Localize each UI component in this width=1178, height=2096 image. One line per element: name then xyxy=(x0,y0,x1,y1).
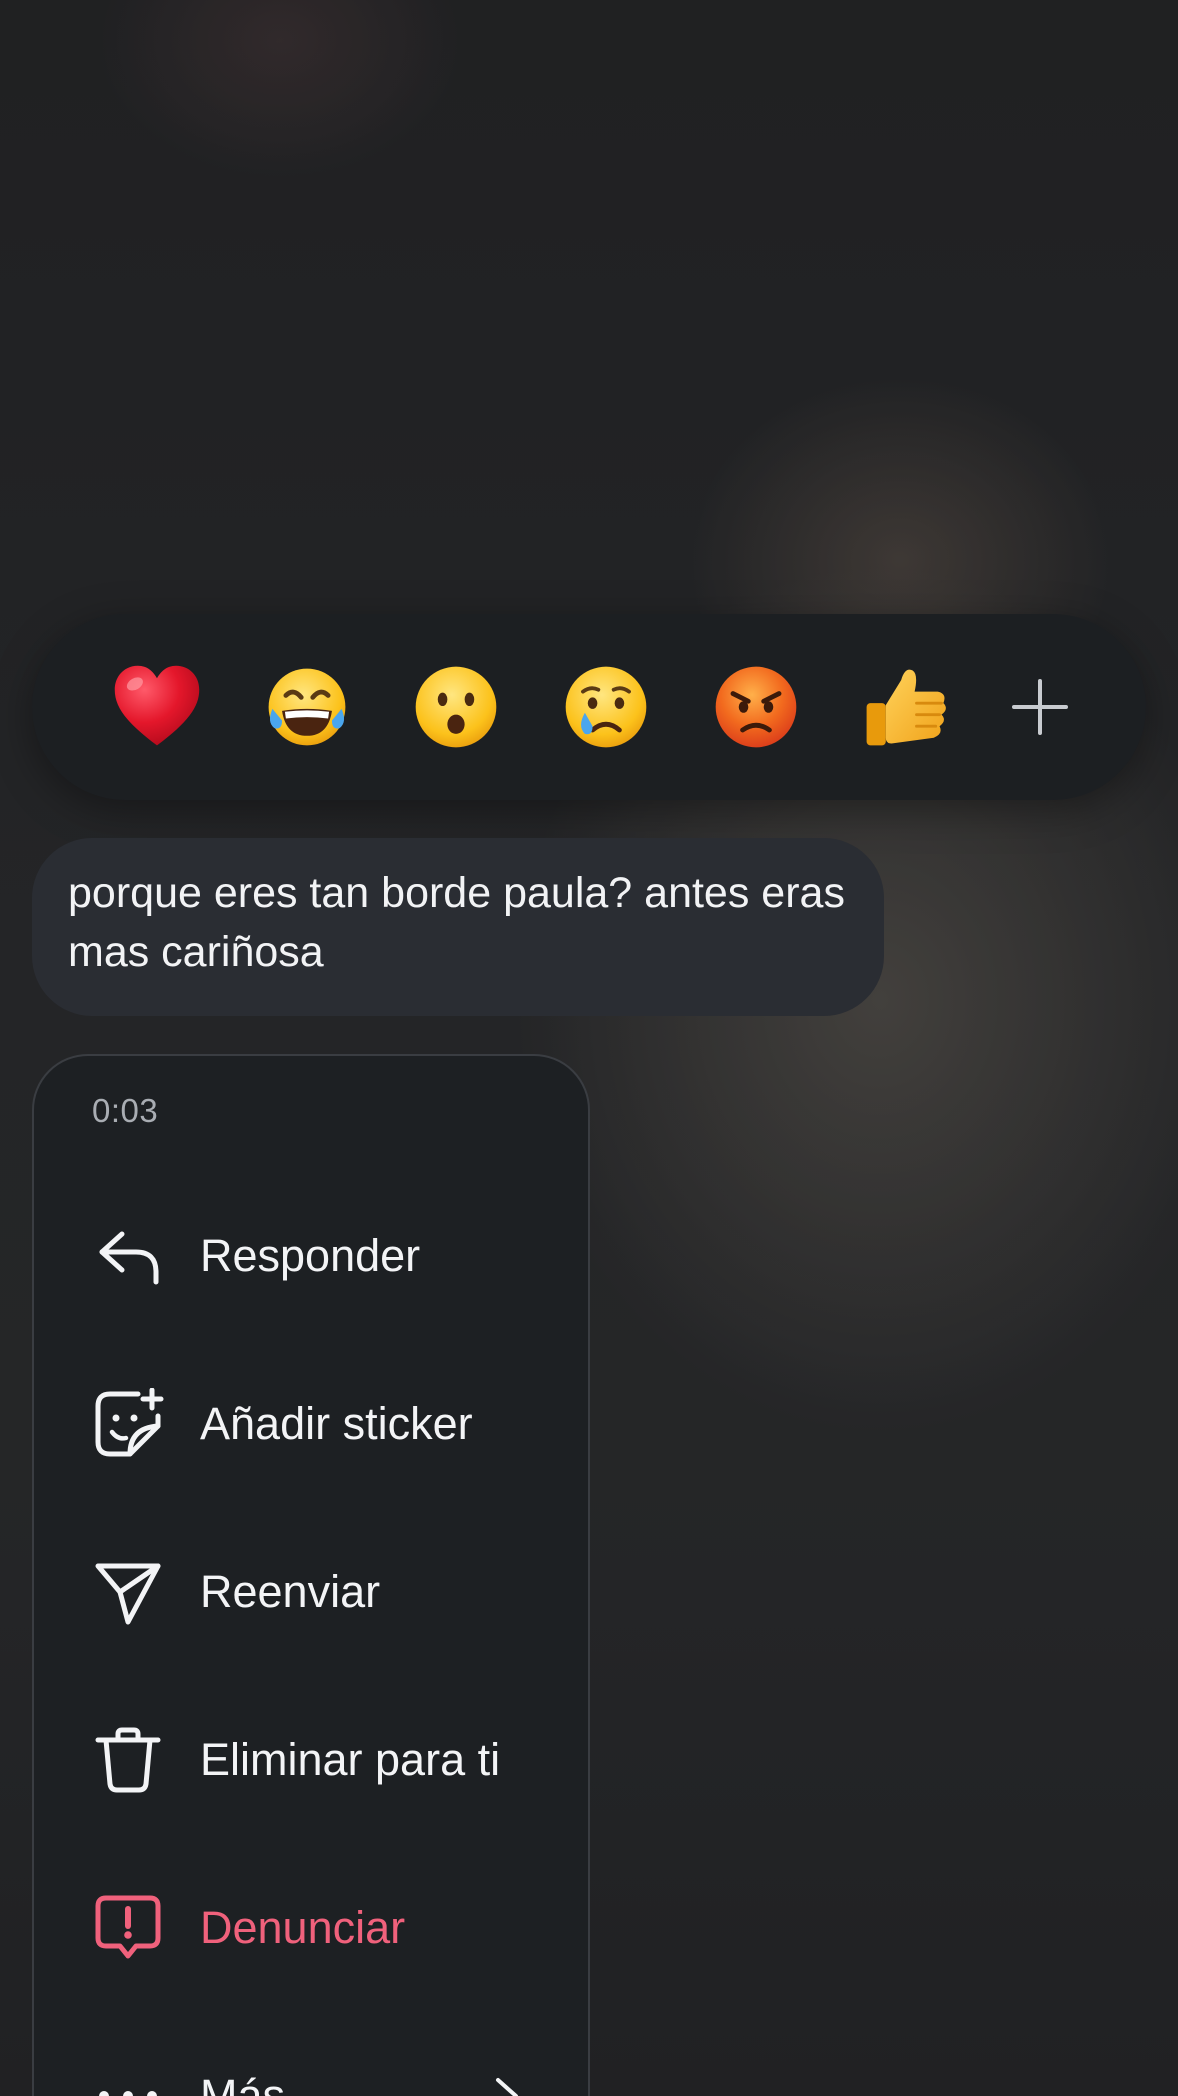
menu-item-delete[interactable]: Eliminar para ti xyxy=(34,1690,588,1830)
reaction-bar xyxy=(32,614,1146,800)
hushed-face-icon xyxy=(415,666,497,748)
message-context-menu: 0:03 Responder Añadir sticker Reenviar E… xyxy=(32,1054,590,2096)
chat-screen: porque eres tan borde paula? antes eras … xyxy=(0,0,1178,2096)
menu-item-add-sticker[interactable]: Añadir sticker xyxy=(34,1354,588,1494)
menu-item-label: Responder xyxy=(200,1230,421,1281)
reaction-thumbs-up[interactable] xyxy=(850,652,960,762)
send-paper-plane-icon xyxy=(92,1556,164,1628)
menu-item-label: Reenviar xyxy=(200,1566,381,1617)
menu-item-label: Denunciar xyxy=(200,1902,406,1953)
more-reactions-button[interactable] xyxy=(1000,667,1080,747)
add-sticker-icon xyxy=(92,1388,164,1460)
menu-item-label: Más xyxy=(200,2070,286,2096)
reaction-red-heart[interactable] xyxy=(102,652,212,762)
message-text: porque eres tan borde paula? antes eras … xyxy=(68,869,845,976)
plus-icon xyxy=(1011,679,1068,735)
menu-item-forward[interactable]: Reenviar xyxy=(34,1522,588,1662)
message-timestamp: 0:03 xyxy=(92,1092,159,1129)
menu-item-label: Añadir sticker xyxy=(200,1398,473,1449)
menu-item-reply[interactable]: Responder xyxy=(34,1186,588,1326)
menu-item-label: Eliminar para ti xyxy=(200,1734,501,1785)
more-dots-icon xyxy=(92,2060,164,2096)
angry-face-icon xyxy=(715,666,796,748)
message-bubble[interactable]: porque eres tan borde paula? antes eras … xyxy=(32,838,884,1016)
menu-item-more[interactable]: Más xyxy=(34,2026,588,2096)
reaction-hushed-face[interactable] xyxy=(401,652,511,762)
crying-face-icon xyxy=(565,666,647,748)
red-heart-icon xyxy=(114,665,200,746)
trash-icon xyxy=(92,1724,164,1796)
reaction-tears-of-joy[interactable] xyxy=(252,652,362,762)
menu-item-report[interactable]: Denunciar xyxy=(34,1858,588,1998)
tears-of-joy-icon xyxy=(268,668,346,746)
thumbs-up-icon xyxy=(866,669,947,746)
reply-arrow-icon xyxy=(92,1220,164,1292)
chevron-right-icon xyxy=(496,2078,518,2096)
reaction-crying-face[interactable] xyxy=(551,652,661,762)
reaction-angry-face[interactable] xyxy=(701,652,811,762)
report-alert-icon xyxy=(92,1892,164,1964)
